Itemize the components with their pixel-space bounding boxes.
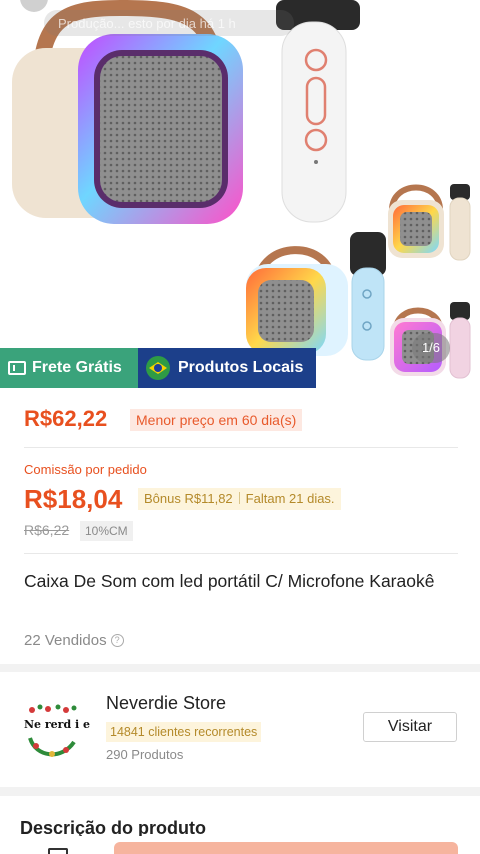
- product-photo: [12, 0, 471, 379]
- brazil-flag-icon: [146, 356, 170, 380]
- truck-icon: [8, 361, 26, 375]
- bonus-badge: Bônus R$11,82 Faltam 21 dias.: [138, 488, 341, 510]
- product-tags: Frete Grátis Produtos Locais: [0, 348, 316, 388]
- divider: [24, 553, 458, 554]
- store-product-count: 290 Produtos: [106, 747, 184, 762]
- visit-store-button[interactable]: Visitar: [363, 712, 457, 742]
- primary-action-button[interactable]: [114, 842, 458, 854]
- price-card: R$62,22 Menor preço em 60 dia(s) Comissã…: [0, 388, 480, 664]
- bonus-amount: Bônus R$11,82: [144, 491, 233, 506]
- commission-value: R$18,04: [24, 484, 123, 514]
- product-image-carousel[interactable]: Produção... esto por dia há 1 h 1/6 Fret…: [0, 0, 480, 388]
- store-name[interactable]: Neverdie Store: [106, 693, 226, 714]
- store-logo: Ne rerd i e: [22, 698, 90, 764]
- recurring-clients-badge: 14841 clientes recorrentes: [106, 722, 262, 742]
- home-icon[interactable]: [48, 848, 68, 854]
- local-products-label: Produtos Locais: [178, 359, 304, 376]
- commission-rate-badge: 10%CM: [80, 521, 133, 541]
- old-commission-value: R$6,22: [24, 522, 70, 538]
- bonus-remaining: Faltam 21 dias.: [245, 491, 335, 506]
- image-counter: 1/6: [412, 333, 450, 363]
- lowest-price-badge: Menor preço em 60 dia(s): [130, 409, 303, 431]
- product-title: Caixa De Som com led portátil C/ Microfo…: [24, 571, 435, 591]
- store-card[interactable]: Ne rerd i e Neverdie Store 14841 cliente…: [0, 672, 480, 787]
- free-shipping-tag: Frete Grátis: [0, 348, 138, 388]
- free-shipping-label: Frete Grátis: [32, 359, 122, 376]
- current-price: R$62,22: [24, 406, 108, 431]
- sold-count: 22 Vendidos ?: [24, 632, 124, 649]
- activity-ticker: Produção... esto por dia há 1 h: [44, 10, 294, 36]
- divider: [24, 447, 458, 448]
- local-products-tag: Produtos Locais: [138, 348, 316, 388]
- help-circle-icon[interactable]: ?: [110, 634, 124, 647]
- activity-ticker-text: Produção... esto por dia há 1 h: [58, 16, 236, 31]
- sold-count-text: 22 Vendidos: [24, 632, 107, 649]
- store-logo-text: Ne rerd i e: [24, 718, 90, 731]
- commission-label: Comissão por pedido: [24, 462, 147, 477]
- bottom-action-bar: [0, 836, 480, 854]
